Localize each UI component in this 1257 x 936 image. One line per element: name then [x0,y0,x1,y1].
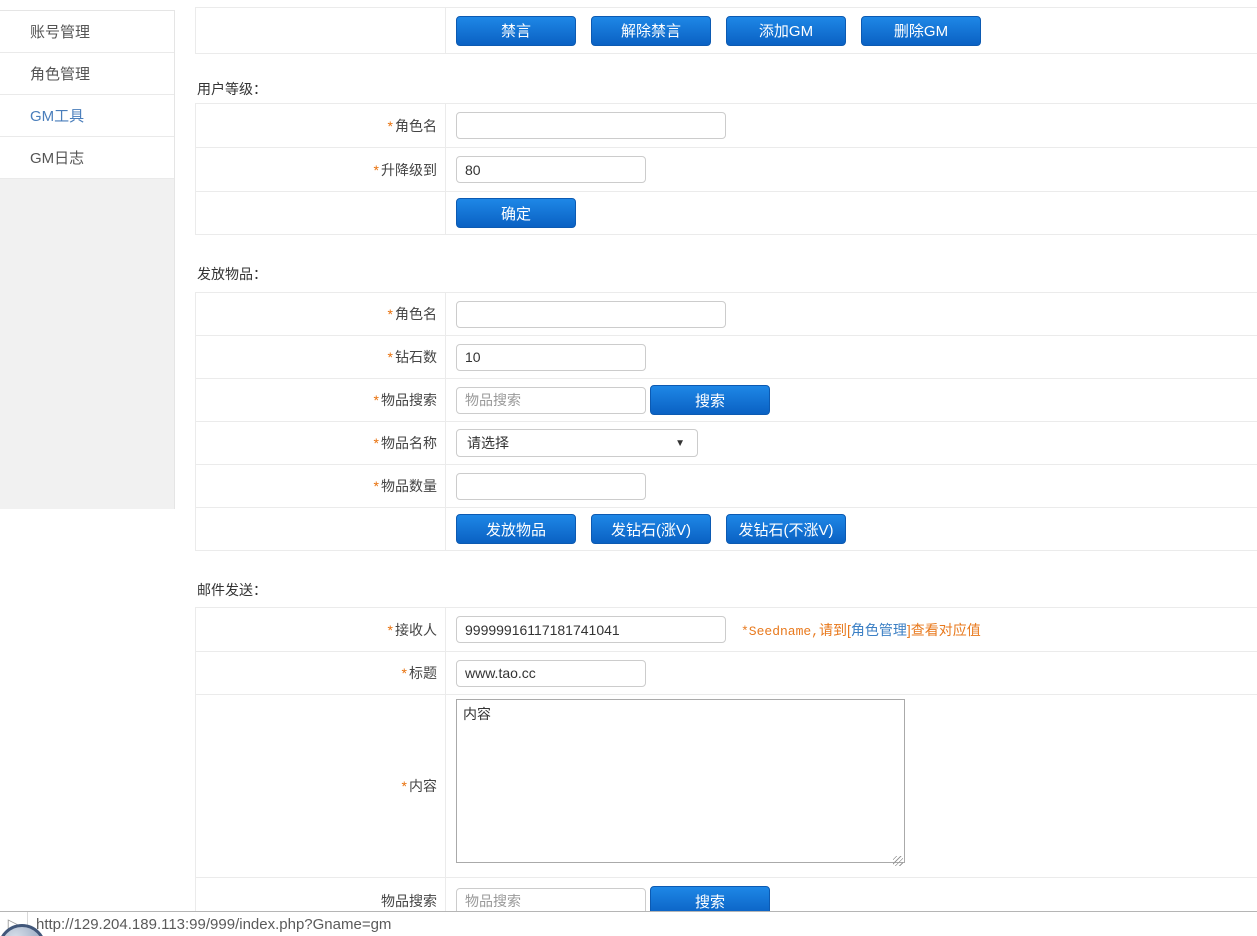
receiver-field-cell: *Seedname,请到[角色管理]查看对应值 [446,608,1257,651]
give-role-label: *角色名 [196,293,446,335]
content-label: *内容 [196,695,446,877]
level-field-cell [446,148,1257,191]
confirm-button[interactable]: 确定 [456,198,576,228]
resize-handle-icon[interactable] [893,856,903,866]
actions-row-field: 禁言 解除禁言 添加GM 删除GM [446,8,1257,53]
diamond-count-input[interactable] [456,344,646,371]
required-mark: * [374,162,379,178]
gm-admin-page: 账号管理 角色管理 GM工具 GM日志 禁言 解除禁言 添加GM 删除GM 用户… [0,0,1257,936]
form-row: *物品搜索 搜索 [196,379,1257,422]
item-search-input[interactable] [456,387,646,414]
form-row: *内容 内容 [196,695,1257,878]
form-row: *升降级到 [196,148,1257,192]
sidebar-item-label: GM日志 [30,147,84,168]
form-row: *角色名 [196,293,1257,336]
give-buttons-cell: 发放物品 发钻石(涨V) 发钻石(不涨V) [446,508,1257,550]
sidebar-item-label: 角色管理 [30,63,90,84]
mail-table: *接收人 *Seedname,请到[角色管理]查看对应值 *标题 *内容 内容 … [195,607,1257,924]
receiver-label: *接收人 [196,608,446,651]
gm-actions-table: 禁言 解除禁言 添加GM 删除GM [195,7,1257,54]
diamond-count-label: *钻石数 [196,336,446,378]
required-mark: * [402,665,407,681]
item-name-field-cell: 请选择 ▼ [446,422,1257,464]
empty-label [196,192,446,234]
required-mark: * [402,778,407,794]
required-mark: * [374,435,379,451]
sidebar-item-label: 账号管理 [30,21,90,42]
unmute-button[interactable]: 解除禁言 [591,16,711,46]
actions-row: 禁言 解除禁言 添加GM 删除GM [196,8,1257,54]
section-title-give-items: 发放物品： [197,264,267,284]
seedname-note: *Seedname, [741,624,819,639]
receiver-note: *Seedname,请到[角色管理]查看对应值 [741,620,981,640]
item-search-label: *物品搜索 [196,379,446,421]
level-label: *升降级到 [196,148,446,191]
form-row: *标题 [196,652,1257,695]
give-items-table: *角色名 *钻石数 *物品搜索 搜索 *物品名称 请选择 ▼ [195,292,1257,551]
sidebar-item-role-manage[interactable]: 角色管理 [0,53,174,95]
subject-input[interactable] [456,660,646,687]
sidebar: 账号管理 角色管理 GM工具 GM日志 [0,10,175,509]
send-diamond-nov-button[interactable]: 发钻石(不涨V) [726,514,846,544]
item-search-field-cell: 搜索 [446,379,1257,421]
diamond-field-cell [446,336,1257,378]
sidebar-filler [0,179,174,509]
sidebar-item-label: GM工具 [30,105,84,126]
form-row: 发放物品 发钻石(涨V) 发钻石(不涨V) [196,508,1257,551]
sidebar-item-gm-tools[interactable]: GM工具 [0,95,174,137]
section-title-user-level: 用户等级： [197,79,267,99]
item-count-input[interactable] [456,473,646,500]
send-items-button[interactable]: 发放物品 [456,514,576,544]
empty-label [196,508,446,550]
required-mark: * [388,349,393,365]
status-url: http://129.204.189.113:99/999/index.php?… [36,916,391,933]
item-name-select[interactable]: 请选择 ▼ [456,429,698,457]
role-name-label: *角色名 [196,104,446,147]
required-mark: * [388,622,393,638]
chevron-down-icon: ▼ [675,438,685,449]
give-role-field-cell [446,293,1257,335]
role-name-input[interactable] [456,112,726,139]
required-mark: * [388,306,393,322]
form-row: *钻石数 [196,336,1257,379]
user-level-table: *角色名 *升降级到 确定 [195,103,1257,235]
sidebar-item-gm-log[interactable]: GM日志 [0,137,174,179]
item-count-field-cell [446,465,1257,507]
subject-label: *标题 [196,652,446,694]
item-name-label: *物品名称 [196,422,446,464]
form-row: 确定 [196,192,1257,235]
form-row: *物品名称 请选择 ▼ [196,422,1257,465]
required-mark: * [374,392,379,408]
mute-button[interactable]: 禁言 [456,16,576,46]
required-mark: * [374,478,379,494]
item-search-button[interactable]: 搜索 [650,385,770,415]
role-manage-link[interactable]: 角色管理 [851,622,907,638]
give-role-input[interactable] [456,301,726,328]
sidebar-item-account-manage[interactable]: 账号管理 [0,11,174,53]
add-gm-button[interactable]: 添加GM [726,16,846,46]
remove-gm-button[interactable]: 删除GM [861,16,981,46]
receiver-input[interactable] [456,616,726,643]
section-title-mail: 邮件发送： [197,580,267,600]
content-field-cell: 内容 [446,695,1257,877]
content-textarea-wrap: 内容 [456,699,905,868]
content-textarea[interactable]: 内容 [456,699,905,863]
required-mark: * [388,118,393,134]
form-row: *接收人 *Seedname,请到[角色管理]查看对应值 [196,608,1257,652]
level-input[interactable] [456,156,646,183]
status-bar: ▷ http://129.204.189.113:99/999/index.ph… [0,911,1257,936]
form-row: *物品数量 [196,465,1257,508]
subject-field-cell [446,652,1257,694]
send-diamond-v-button[interactable]: 发钻石(涨V) [591,514,711,544]
actions-row-label [196,8,446,53]
role-name-field-cell [446,104,1257,147]
select-value: 请选择 [467,433,509,453]
item-count-label: *物品数量 [196,465,446,507]
confirm-field-cell: 确定 [446,192,1257,234]
form-row: *角色名 [196,104,1257,148]
